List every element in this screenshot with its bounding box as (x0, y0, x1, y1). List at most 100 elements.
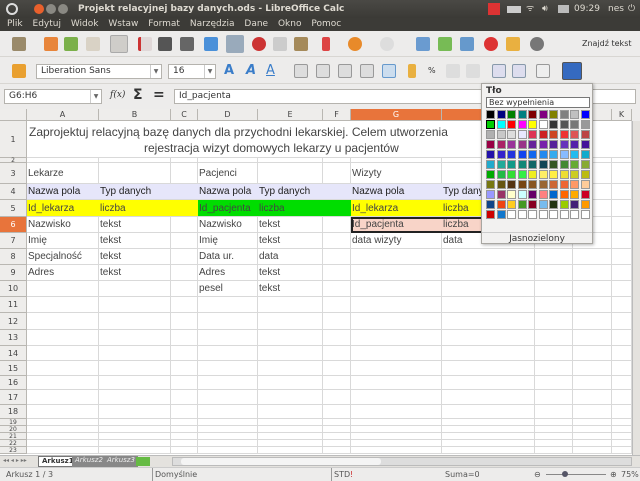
justify-icon[interactable] (360, 64, 374, 78)
color-swatch[interactable] (496, 140, 506, 149)
color-swatch[interactable] (486, 130, 495, 139)
cell[interactable] (535, 361, 573, 376)
color-swatch[interactable] (517, 140, 527, 149)
menu-pomoc[interactable]: Pomoc (311, 19, 341, 29)
color-swatch[interactable] (538, 170, 548, 179)
vertical-scrollbar[interactable] (632, 121, 640, 455)
cell[interactable] (99, 376, 171, 390)
color-swatch[interactable] (570, 120, 579, 129)
cell[interactable] (535, 249, 573, 265)
row-header-8[interactable]: 8 (0, 249, 27, 265)
cell[interactable] (323, 440, 351, 447)
color-swatch[interactable] (570, 160, 579, 169)
color-swatch[interactable] (538, 200, 548, 209)
color-swatch[interactable] (486, 140, 495, 149)
save-icon[interactable] (64, 37, 78, 51)
color-swatch[interactable] (517, 110, 527, 119)
cell[interactable] (171, 433, 198, 440)
cell[interactable] (198, 405, 258, 419)
cell[interactable] (612, 330, 632, 346)
draw-functions-icon[interactable] (506, 37, 520, 51)
clone-format-icon[interactable] (322, 37, 330, 51)
cell[interactable] (258, 447, 323, 454)
maximize-window-button[interactable] (58, 4, 68, 14)
chevron-down-icon[interactable]: ▼ (204, 65, 215, 78)
row-header-12[interactable]: 12 (0, 313, 27, 330)
cell[interactable] (442, 361, 535, 376)
cell[interactable] (323, 433, 351, 440)
cell[interactable] (323, 405, 351, 419)
cell[interactable] (323, 419, 351, 426)
color-swatch[interactable] (559, 210, 569, 219)
cell[interactable] (535, 390, 573, 405)
cell[interactable] (99, 440, 171, 447)
cell[interactable] (535, 281, 573, 297)
cell[interactable] (99, 313, 171, 330)
cell[interactable] (573, 440, 612, 447)
color-swatch[interactable] (528, 200, 537, 209)
new-document-icon[interactable] (12, 37, 26, 51)
cell[interactable] (323, 217, 351, 233)
cell[interactable] (442, 419, 535, 426)
cell[interactable] (351, 361, 442, 376)
zoom-in-icon[interactable]: ⊕ (610, 468, 617, 481)
cell[interactable] (573, 313, 612, 330)
battery-icon[interactable] (507, 6, 521, 13)
cell[interactable] (442, 376, 535, 390)
tab-arkusz2[interactable]: Arkusz2 (72, 456, 106, 467)
field-name-cell[interactable]: Nazwisko (27, 217, 99, 233)
document-modified-icon[interactable]: ! (350, 468, 353, 481)
cell[interactable] (442, 265, 535, 281)
table-heading-wizyty[interactable]: Wizyty (351, 163, 442, 184)
color-swatch[interactable] (580, 140, 590, 149)
menu-okno[interactable]: Okno (278, 19, 302, 29)
field-type-cell[interactable]: liczba (258, 200, 323, 217)
cell[interactable] (99, 447, 171, 454)
color-swatch[interactable] (507, 150, 516, 159)
cell[interactable] (351, 433, 442, 440)
cell[interactable] (171, 346, 198, 361)
field-name-cell[interactable]: Data ur. (198, 249, 258, 265)
cell[interactable] (258, 346, 323, 361)
cell[interactable] (573, 265, 612, 281)
power-icon[interactable]: ⏻ (628, 0, 635, 18)
color-swatch[interactable] (496, 200, 506, 209)
indicator-icon[interactable] (488, 3, 500, 15)
increase-indent-icon[interactable] (512, 64, 526, 78)
color-swatch[interactable] (496, 160, 506, 169)
cell[interactable] (198, 376, 258, 390)
cell[interactable] (351, 249, 442, 265)
cell[interactable] (27, 330, 99, 346)
cell[interactable] (323, 361, 351, 376)
export-pdf-icon[interactable] (138, 37, 152, 51)
color-swatch[interactable] (549, 130, 558, 139)
mail-icon[interactable] (558, 5, 569, 13)
cell[interactable] (27, 447, 99, 454)
color-swatch[interactable] (528, 110, 537, 119)
function-button[interactable]: = (153, 87, 165, 103)
currency-icon[interactable] (408, 64, 416, 78)
underline-icon[interactable]: A (266, 63, 275, 78)
column-header-c[interactable]: C (171, 109, 198, 121)
function-wizard-button[interactable]: f(x) (110, 90, 125, 100)
print-preview-icon[interactable] (180, 37, 194, 51)
field-type-cell[interactable]: tekst (99, 217, 171, 233)
cell[interactable] (351, 313, 442, 330)
sort-ascending-icon[interactable] (438, 37, 452, 51)
field-name-cell[interactable]: pesel (198, 281, 258, 297)
borders-icon[interactable] (536, 64, 550, 78)
color-swatch[interactable] (538, 150, 548, 159)
row-header-4[interactable]: 4 (0, 184, 27, 200)
cell[interactable] (573, 390, 612, 405)
color-swatch[interactable] (559, 190, 569, 199)
cell[interactable] (612, 297, 632, 313)
color-swatch[interactable] (580, 200, 590, 209)
decrease-indent-icon[interactable] (492, 64, 506, 78)
color-swatch[interactable] (486, 160, 495, 169)
color-swatch[interactable] (538, 110, 548, 119)
row-header-11[interactable]: 11 (0, 297, 27, 313)
row-header-23[interactable]: 23 (0, 447, 27, 454)
cell[interactable] (258, 297, 323, 313)
cell[interactable] (27, 361, 99, 376)
cell[interactable] (99, 346, 171, 361)
